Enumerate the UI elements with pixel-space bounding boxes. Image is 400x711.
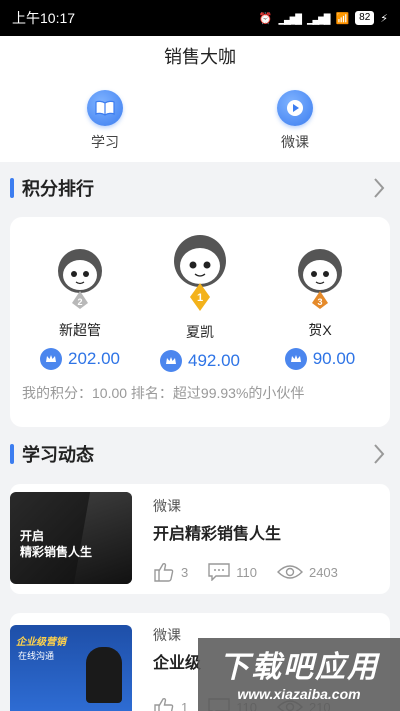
feed-item-stats: 3 110 2403 [153,562,358,582]
signal-icon: ▁▃▅▇ [278,11,301,25]
status-icons: ⏰ ▁▃▅▇ ▁▃▅▇ 📶 82 ⚡ [259,11,388,25]
chevron-right-icon[interactable] [372,442,386,471]
charging-icon: ⚡ [380,12,388,25]
chevron-right-icon[interactable] [372,176,386,205]
avatar: 1 [174,235,226,311]
my-score-text: 我的积分：10.00 排名：超过99.93%的小伙伴 [22,385,305,401]
ranking-section-title: 积分排行 [22,179,94,199]
rank-score-value: 90.00 [312,349,356,368]
rank-entry-1[interactable]: 1 夏凯 492.00 [140,231,260,372]
thumbnail-text: 精彩销售人生 [20,545,93,559]
eye-icon [276,565,303,579]
crown-icon [284,348,307,370]
page-title: 销售大咖 [0,36,400,78]
battery-icon: 82 [355,11,375,25]
view-count: 2403 [308,564,338,580]
comment-icon [208,563,230,581]
feed-item-type: 微课 [153,498,181,514]
course-thumbnail: 企业级营销 在线沟通 [10,625,132,711]
play-icon [277,90,313,126]
feed-item[interactable]: 开启 精彩销售人生 微课 开启精彩销售人生 3 110 2403 [10,484,390,594]
thumbs-up-icon [154,562,174,582]
rank-score: 202.00 [20,348,140,370]
wifi-icon: 📶 [335,12,350,25]
avatar: 2 [58,249,102,309]
rank-score: 90.00 [260,348,380,370]
status-bar: 上午10:17 ⏰ ▁▃▅▇ ▁▃▅▇ 📶 82 ⚡ [0,0,400,36]
avatar: 3 [298,249,342,309]
rank-entry-2[interactable]: 2 新超管 202.00 [20,245,140,370]
comment-count: 110 [236,564,257,580]
rank-name: 贺X [308,322,332,338]
rank-name: 夏凯 [186,324,214,340]
rank-score-value: 492.00 [188,351,240,370]
alarm-icon: ⏰ [258,12,273,25]
status-time: 上午10:17 [12,10,76,26]
feed-section-title: 学习动态 [22,445,94,465]
comment-stat[interactable]: 110 [208,563,257,581]
tab-microcourse-label: 微课 [281,134,309,150]
like-count: 3 [181,564,189,580]
like-count: 1 [181,699,189,711]
crown-icon [40,348,62,370]
nav-tabs: 学习 微课 [0,78,400,162]
feed-item-title: 企业级 [153,655,202,672]
tab-study-label: 学习 [91,134,119,150]
thumbs-up-icon [154,697,174,711]
rank-name: 新超管 [59,322,101,338]
thumbnail-text: 企业级营销 [16,637,66,648]
medal-rank-label: 1 [197,292,203,304]
book-icon [87,90,123,126]
rank-entry-3[interactable]: 3 贺X 90.00 [260,245,380,370]
crown-icon [160,350,182,372]
medal-rank-label: 3 [317,297,322,307]
medal-rank-label: 2 [77,297,82,307]
rank-score: 492.00 [140,350,260,372]
rank-score-value: 202.00 [68,349,120,368]
thumbnail-text: 开启 [20,529,45,543]
section-accent-bar [10,444,14,464]
like-stat[interactable]: 3 [153,562,188,582]
battery-level: 82 [359,12,371,23]
signal-icon-2: ▁▃▅▇ [306,11,330,25]
feed-section-header[interactable]: 学习动态 [0,434,400,474]
thumbnail-text: 在线沟通 [18,651,55,661]
ranking-card: 2 新超管 202.00 1 夏凯 492.00 3 贺X 90.00 我的积分… [10,217,390,427]
course-thumbnail: 开启 精彩销售人生 [10,492,132,584]
like-stat[interactable]: 1 [153,697,188,711]
feed-item-title: 开启精彩销售人生 [153,526,282,543]
ranking-section-header[interactable]: 积分排行 [0,168,400,208]
tab-study[interactable]: 学习 [65,90,145,152]
view-stat: 2403 [276,564,338,580]
section-accent-bar [10,178,14,198]
tab-microcourse[interactable]: 微课 [255,90,335,152]
watermark-text: 下载吧应用 [219,651,379,684]
watermark-overlay: 下载吧应用 www.xiazaiba.com [198,638,400,711]
watermark-url: www.xiazaiba.com [237,686,361,702]
feed-item-type: 微课 [153,627,181,643]
